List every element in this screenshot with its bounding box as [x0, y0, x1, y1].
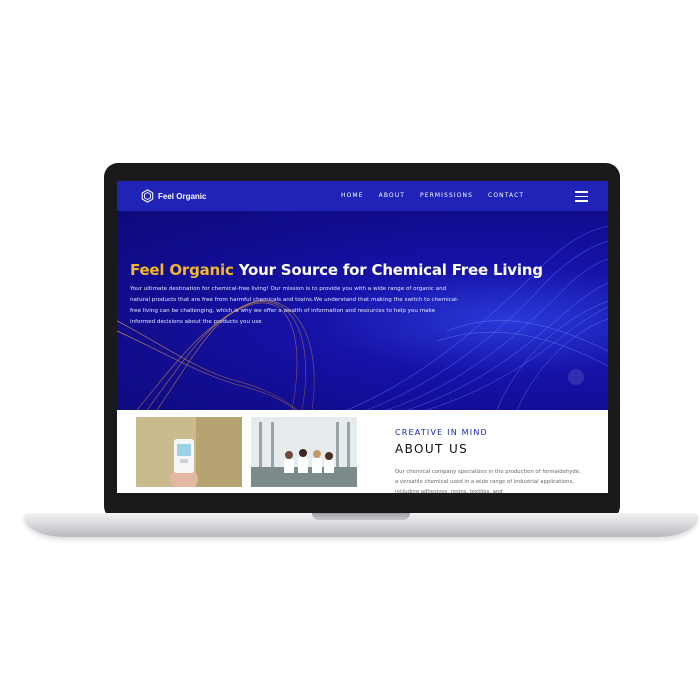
about-description: Our chemical company specializes in the …	[395, 469, 581, 493]
nav-about[interactable]: ABOUT	[379, 192, 405, 199]
main-nav: HOME ABOUT PERMISSIONS CONTACT	[341, 192, 524, 199]
hamburger-menu-icon[interactable]	[575, 191, 588, 202]
site-header: Feel Organic HOME ABOUT PERMISSIONS CONT…	[117, 181, 608, 211]
logo-text: Feel Organic	[158, 191, 207, 201]
air-quality-device-image	[136, 417, 242, 487]
hero-description: Your ultimate destination for chemical-f…	[130, 286, 459, 325]
about-section: CREATIVE IN MIND ABOUT US Our chemical c…	[117, 410, 608, 493]
hero-title-rest: Your Source for Chemical Free Living	[233, 261, 543, 279]
laptop-notch	[312, 513, 410, 520]
nav-permissions[interactable]: PERMISSIONS	[420, 192, 473, 199]
laptop-screen: Feel Organic HOME ABOUT PERMISSIONS CONT…	[117, 181, 608, 493]
scroll-circle-icon[interactable]	[568, 369, 584, 385]
nav-contact[interactable]: CONTACT	[488, 192, 524, 199]
about-title: ABOUT US	[395, 442, 469, 456]
hero-title: Feel Organic Your Source for Chemical Fr…	[130, 261, 543, 279]
hero-section: Feel Organic Your Source for Chemical Fr…	[117, 211, 608, 410]
nav-home[interactable]: HOME	[341, 192, 364, 199]
hexagon-logo-icon	[141, 189, 154, 203]
logo[interactable]: Feel Organic	[141, 189, 206, 203]
laboratory-team-image	[251, 417, 357, 487]
hero-title-accent: Feel Organic	[130, 261, 234, 279]
about-eyebrow: CREATIVE IN MIND	[395, 428, 488, 437]
